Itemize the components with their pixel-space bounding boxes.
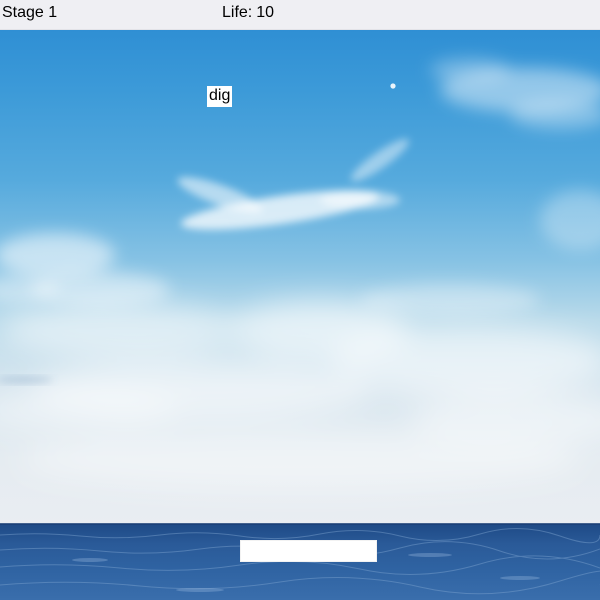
typing-input[interactable] xyxy=(240,540,377,562)
stage-indicator: Stage 1 xyxy=(2,4,58,21)
cloud-layer xyxy=(0,58,600,595)
cloud-right-mid xyxy=(360,190,600,316)
life-label: Life: xyxy=(222,4,253,21)
falling-word: dig xyxy=(207,86,233,107)
background-scene xyxy=(0,30,600,600)
game-stage: Stage 1 Life: 10 dig xyxy=(0,0,600,600)
status-bar: Stage 1 Life: 10 xyxy=(0,0,600,30)
life-indicator: Life: 10 xyxy=(222,4,274,22)
cloud-left xyxy=(0,233,170,308)
cloud-streak xyxy=(177,138,410,230)
moon-icon xyxy=(390,83,396,89)
cloud-bank xyxy=(0,300,600,490)
life-value: 10 xyxy=(256,4,275,21)
cloud-upper-right xyxy=(430,58,600,129)
